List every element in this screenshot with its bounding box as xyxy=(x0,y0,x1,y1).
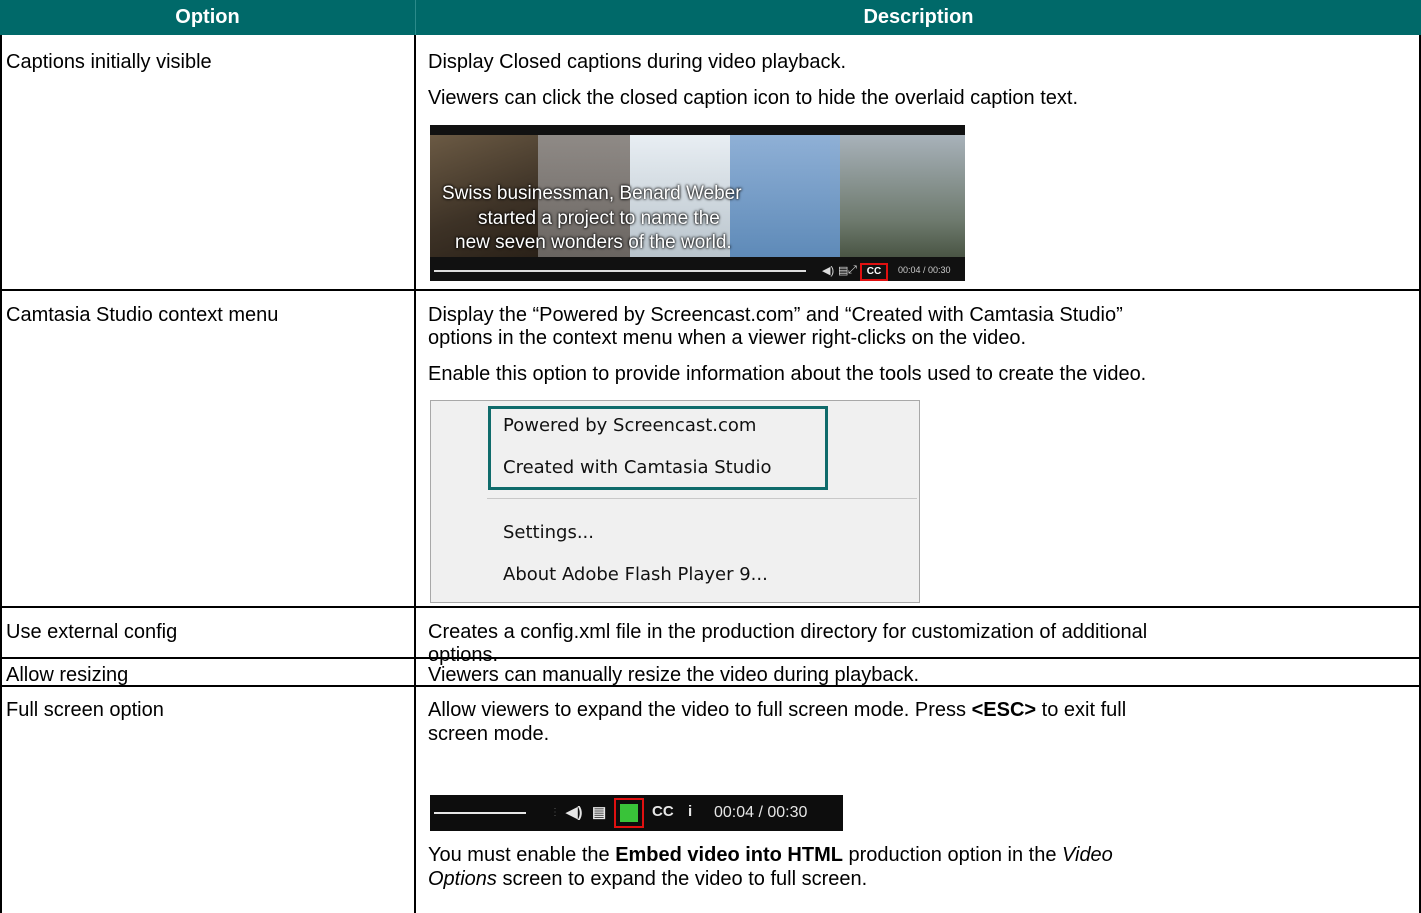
option-camtasia-context-menu: Camtasia Studio context menu xyxy=(6,304,279,326)
fullscreen-icon xyxy=(620,804,638,822)
volume-icon[interactable]: ◀) xyxy=(566,803,583,821)
description-text: Allow viewers to expand the video to ful… xyxy=(428,699,1127,721)
caption-line: new seven wonders of the world. xyxy=(455,232,732,253)
seek-bar[interactable] xyxy=(434,270,806,272)
menu-item-created-with[interactable]: Created with Camtasia Studio xyxy=(503,457,772,478)
time-readout: 00:04 / 00:30 xyxy=(714,804,808,821)
option-full-screen: Full screen option xyxy=(6,699,164,721)
option-allow-resizing: Allow resizing xyxy=(6,664,129,686)
description-text: screen mode. xyxy=(428,723,550,745)
options-table: Option Description Captions initially vi… xyxy=(0,0,1421,913)
caption-line: Swiss businessman, Benard Weber xyxy=(442,183,742,204)
column-header-option: Option xyxy=(0,0,415,35)
fullscreen-icon[interactable]: ⤢ xyxy=(848,264,857,277)
row-divider xyxy=(0,289,1421,291)
menu-item-settings[interactable]: Settings... xyxy=(503,522,594,543)
row-divider xyxy=(0,606,1421,608)
description-text: options in the context menu when a viewe… xyxy=(428,327,1027,349)
description-text: Enable this option to provide informatio… xyxy=(428,363,1147,385)
time-readout: 00:04 / 00:30 xyxy=(898,265,951,275)
seek-bar[interactable] xyxy=(434,812,526,814)
menu-separator xyxy=(487,498,917,499)
option-use-external-config: Use external config xyxy=(6,621,178,643)
menu-icon[interactable]: ▤ xyxy=(838,264,848,277)
table-border-left xyxy=(0,35,2,913)
menu-item-about-flash[interactable]: About Adobe Flash Player 9... xyxy=(503,564,768,585)
description-text: Viewers can manually resize the video du… xyxy=(428,664,920,686)
description-text: Options screen to expand the video to fu… xyxy=(428,868,868,890)
closed-caption-button[interactable]: CC xyxy=(860,263,888,281)
description-text: Display Closed captions during video pla… xyxy=(428,51,847,73)
context-menu-screenshot: Powered by Screencast.com Created with C… xyxy=(430,400,920,603)
column-header-description: Description xyxy=(415,0,1421,35)
fullscreen-control-bar-screenshot: ⋮ ◀) ▤ CC i 00:04 / 00:30 xyxy=(430,795,843,831)
volume-icon[interactable]: ◀) xyxy=(822,264,834,277)
row-divider xyxy=(0,657,1421,659)
description-text: Display the “Powered by Screencast.com” … xyxy=(428,304,1123,326)
menu-item-powered-by[interactable]: Powered by Screencast.com xyxy=(503,415,756,436)
description-text: You must enable the Embed video into HTM… xyxy=(428,844,1113,866)
column-divider xyxy=(414,35,416,913)
option-captions-initially-visible: Captions initially visible xyxy=(6,51,212,73)
menu-icon[interactable]: ▤ xyxy=(592,803,606,821)
fullscreen-button[interactable] xyxy=(614,798,644,828)
caption-line: started a project to name the xyxy=(478,208,720,229)
description-text: Creates a config.xml file in the product… xyxy=(428,621,1148,643)
closed-caption-button[interactable]: CC xyxy=(652,803,674,820)
video-control-bar: ◀) ▤ ⤢ CC 00:04 / 00:30 xyxy=(430,261,965,281)
description-text: Viewers can click the closed caption ico… xyxy=(428,87,1078,109)
caption-video-screenshot: Swiss businessman, Benard Weber started … xyxy=(430,125,965,281)
info-icon[interactable]: i xyxy=(688,803,692,820)
